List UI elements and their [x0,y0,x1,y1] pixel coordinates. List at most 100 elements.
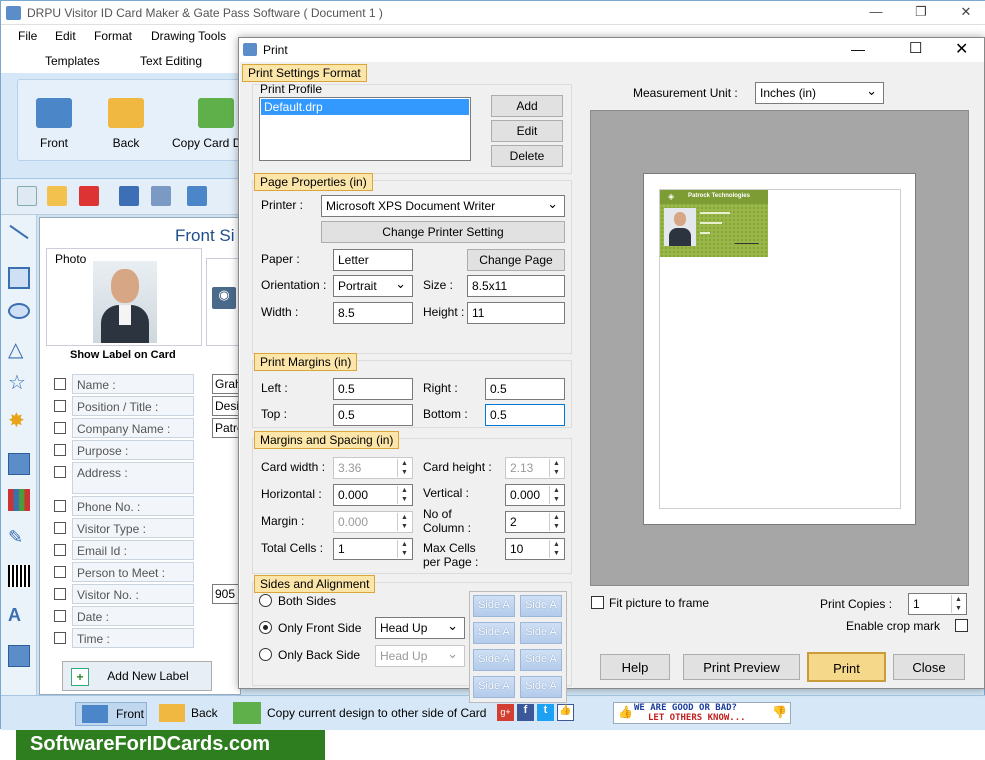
profile-list[interactable]: Default.drp [259,97,471,161]
copy-card-button[interactable]: Copy Card D [172,98,242,150]
front-alignment-select[interactable]: Head Up [375,617,465,639]
signature-tool-icon[interactable]: ✎ [8,527,30,549]
like-icon[interactable]: 👍 [557,704,574,721]
field-checkbox[interactable] [54,400,66,412]
export-icon[interactable] [187,186,207,206]
profile-item[interactable]: Default.drp [261,99,469,115]
menu-drawing-tools[interactable]: Drawing Tools [151,29,226,43]
change-page-button[interactable]: Change Page [467,249,565,271]
feedback-banner[interactable]: 👍 WE ARE GOOD OR BAD? LET OTHERS KNOW...… [613,702,791,724]
field-checkbox[interactable] [54,632,66,644]
paper-field[interactable]: Letter [333,249,413,271]
field-checkbox[interactable] [54,610,66,622]
dialog-minimize-icon[interactable]: — [851,41,865,57]
columns-spin[interactable]: 2 ▲ ▼ [505,511,565,533]
field-checkbox[interactable] [54,500,66,512]
field-checkbox[interactable] [54,522,66,534]
line-tool-icon[interactable] [9,224,29,240]
measurement-unit-select[interactable]: Inches (in) [755,82,884,104]
camera-icon[interactable]: ◉ [212,287,236,309]
bottom-copy-button[interactable]: Copy current design to other side of Car… [231,702,491,726]
dialog-maximize-icon[interactable]: ☐ [909,39,922,57]
open-icon[interactable] [47,186,67,206]
restore-icon[interactable]: ❐ [901,4,941,22]
tab-templates[interactable]: Templates [45,54,100,68]
side-a-icon[interactable]: Side A [473,595,515,617]
both-sides-radio[interactable] [259,594,272,607]
text-tool-icon[interactable]: A [8,605,30,627]
left-margin-field[interactable]: 0.5 [333,378,413,400]
orientation-select[interactable]: Portrait [333,275,413,297]
tab-text-editing[interactable]: Text Editing [140,54,202,68]
print-button[interactable]: Print [807,652,886,682]
size-field[interactable]: 8.5x11 [467,275,565,297]
sides-alignment-group: Sides and Alignment Both Sides Only Fron… [252,575,572,703]
star-tool-icon[interactable]: ☆ [8,370,30,394]
print-copies-spin[interactable]: 1 ▲ ▼ [908,593,967,615]
field-checkbox[interactable] [54,544,66,556]
only-front-radio[interactable] [259,621,272,634]
side-a-icon[interactable]: Side A [473,622,515,644]
image-tool-icon[interactable] [8,453,30,475]
add-profile-button[interactable]: Add [491,95,563,117]
only-back-radio[interactable] [259,648,272,661]
visitor-photo[interactable] [93,261,157,343]
change-printer-setting-button[interactable]: Change Printer Setting [321,221,565,243]
crop-mark-checkbox[interactable] [955,619,968,632]
top-margin-field[interactable]: 0.5 [333,404,413,426]
field-checkbox[interactable] [54,566,66,578]
burst-tool-icon[interactable]: ✸ [8,408,30,432]
triangle-tool-icon[interactable]: △ [8,337,30,361]
menu-edit[interactable]: Edit [55,29,76,43]
field-checkbox[interactable] [54,466,66,478]
ellipse-tool-icon[interactable] [8,303,30,319]
close-doc-icon[interactable] [79,186,99,206]
edit-profile-button[interactable]: Edit [491,120,563,142]
barcode-tool-icon[interactable] [8,565,30,587]
front-button[interactable]: Front [32,98,76,150]
right-margin-field[interactable]: 0.5 [485,378,565,400]
horizontal-spin[interactable]: 0.000 ▲ ▼ [333,484,413,506]
help-button[interactable]: Help [600,654,670,680]
add-new-label-button[interactable]: + Add New Label [62,661,212,691]
field-checkbox[interactable] [54,444,66,456]
printer-select[interactable]: Microsoft XPS Document Writer [321,195,565,217]
side-a-icon[interactable]: Side A [473,649,515,671]
side-a-icon[interactable]: Side A [473,676,515,698]
field-checkbox[interactable] [54,422,66,434]
save-as-icon[interactable] [151,186,171,206]
save-icon[interactable] [119,186,139,206]
minimize-icon[interactable]: — [856,4,896,22]
vertical-spin[interactable]: 0.000 ▲ ▼ [505,484,565,506]
delete-profile-button[interactable]: Delete [491,145,563,167]
dialog-close-icon[interactable]: ✕ [955,39,968,59]
twitter-icon[interactable]: t [537,704,554,721]
print-preview-button[interactable]: Print Preview [683,654,800,680]
fit-picture-checkbox[interactable] [591,596,604,609]
facebook-icon[interactable]: f [517,704,534,721]
field-checkbox[interactable] [54,588,66,600]
bottom-front-button[interactable]: Front [75,702,147,726]
side-a-icon[interactable]: Side A [520,622,562,644]
close-button[interactable]: Close [893,654,965,680]
new-icon[interactable] [17,186,37,206]
google-plus-icon[interactable]: g+ [497,704,514,721]
menu-file[interactable]: File [18,29,37,43]
width-field[interactable]: 8.5 [333,302,413,324]
id-card-preview[interactable]: ◈ Patrock Technologies [660,190,768,257]
field-checkbox[interactable] [54,378,66,390]
height-field[interactable]: 11 [467,302,565,324]
side-a-icon[interactable]: Side A [520,595,562,617]
max-cells-spin[interactable]: 10 ▲ ▼ [505,538,565,560]
rectangle-tool-icon[interactable] [8,267,30,289]
close-icon[interactable]: ✕ [946,4,985,22]
library-tool-icon[interactable] [8,489,30,511]
bottom-margin-field[interactable]: 0.5 [485,404,565,426]
total-cells-spin[interactable]: 1 ▲ ▼ [333,538,413,560]
menu-format[interactable]: Format [94,29,132,43]
bottom-back-button[interactable]: Back [155,702,221,726]
back-button[interactable]: Back [104,98,148,150]
watermark-tool-icon[interactable] [8,645,30,667]
side-a-icon[interactable]: Side A [520,649,562,671]
side-a-icon[interactable]: Side A [520,676,562,698]
